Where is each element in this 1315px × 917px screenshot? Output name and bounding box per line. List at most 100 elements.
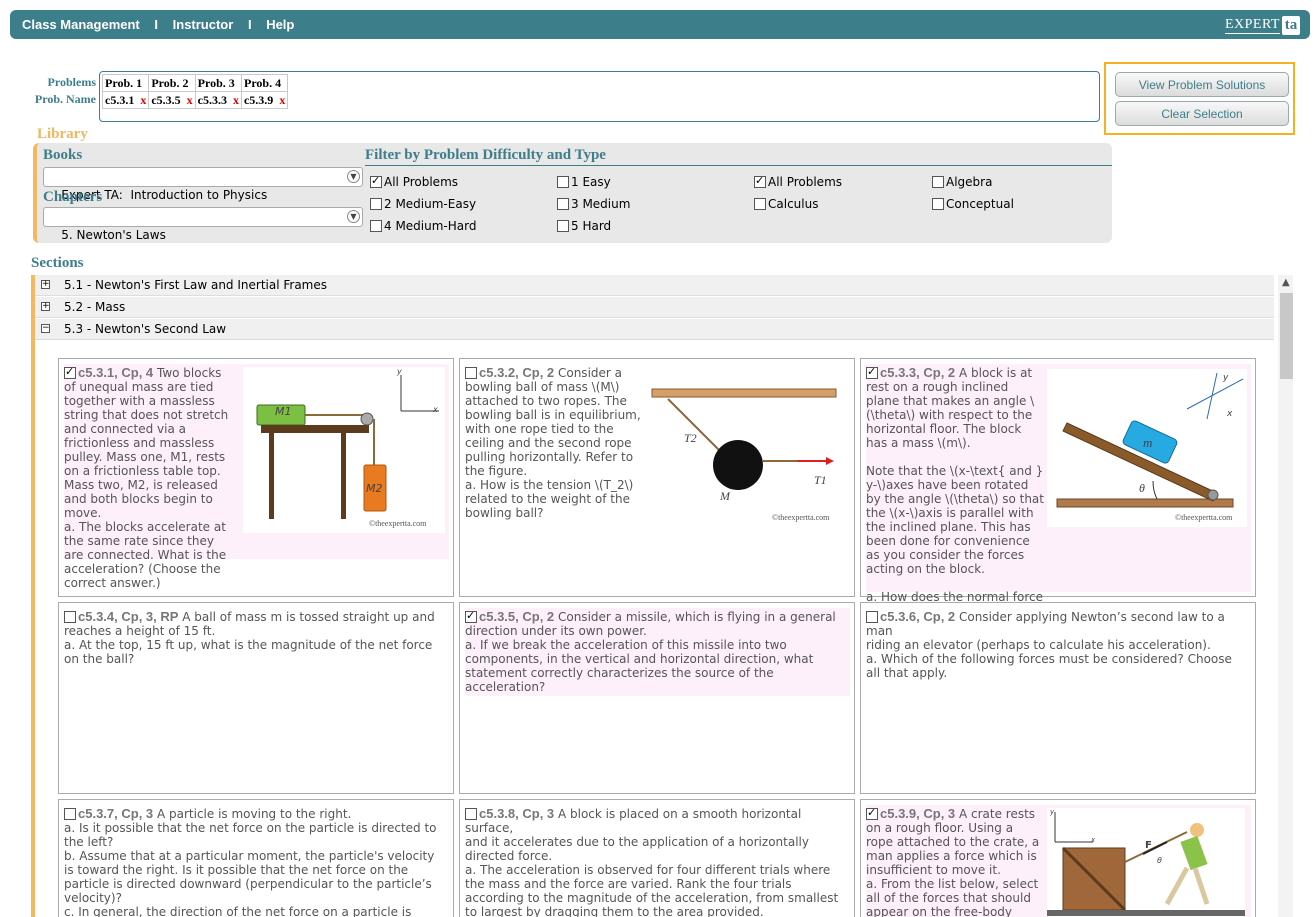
chevron-down-icon: ▼	[347, 210, 360, 223]
problem-card[interactable]: c5.3.4, Cp, 3, RP A ball of mass m is to…	[58, 602, 454, 794]
section-row-5-2[interactable]: +5.2 - Mass	[35, 297, 1274, 318]
problem-checkbox[interactable]	[465, 367, 477, 379]
expert-ta-logo: EXPERT ta	[1224, 15, 1300, 35]
problem-card-content: c5.3.4, Cp, 3, RP A ball of mass m is to…	[64, 608, 449, 668]
chapter-select-value: 5. Newton's Laws	[61, 228, 166, 242]
problem-checkbox[interactable]	[465, 609, 477, 623]
scrollbar-thumb[interactable]	[1280, 293, 1293, 379]
filter-label: Conceptual	[946, 197, 1014, 211]
top-nav: Class Management I Instructor I Help	[22, 17, 294, 32]
expand-icon[interactable]: +	[41, 302, 50, 311]
filter-calculus[interactable]: Calculus	[754, 197, 818, 211]
filter-algebra[interactable]: Algebra	[932, 175, 992, 189]
problem-checkbox[interactable]	[866, 806, 878, 820]
checkbox[interactable]	[557, 198, 569, 210]
fig-label: m	[1143, 435, 1153, 450]
section-row-5-1[interactable]: +5.1 - Newton's First Law and Inertial F…	[35, 275, 1274, 296]
chapter-select[interactable]: 5. Newton's Laws ▼	[43, 207, 363, 242]
problem-lead: A crate rests	[958, 807, 1036, 821]
prob-header: Prob. 2	[148, 74, 196, 92]
remove-problem-button[interactable]: x	[279, 93, 285, 107]
filter-label: All Problems	[768, 175, 843, 189]
remove-problem-button[interactable]: x	[187, 93, 193, 107]
problems-labels: Problems Prob. Name	[29, 74, 96, 108]
nav-class-management[interactable]: Class Management	[22, 17, 140, 32]
problem-checkbox[interactable]	[866, 611, 878, 623]
problem-text: rest on a rough inclined plane that make…	[866, 380, 1044, 646]
filter-all-problems-difficulty[interactable]: All Problems	[370, 174, 459, 189]
prob-name: c5.3.1	[105, 92, 135, 107]
filter-label: All Problems	[384, 175, 459, 189]
prob-header: Prob. 3	[194, 74, 242, 92]
problem-checkbox[interactable]	[866, 365, 878, 379]
problem-card[interactable]: c5.3.9, Cp, 3 A crate rests on a rough f…	[860, 799, 1256, 917]
view-problem-solutions-button[interactable]: View Problem Solutions	[1115, 72, 1289, 97]
checkbox[interactable]	[932, 176, 944, 188]
problem-checkbox[interactable]	[64, 365, 76, 379]
sections-panel: +5.1 - Newton's First Law and Inertial F…	[31, 275, 1293, 917]
problem-card[interactable]: c5.3.6, Cp, 2 Consider applying Newton’s…	[860, 602, 1256, 794]
section-label: 5.3 - Newton's Second Law	[64, 322, 227, 336]
scroll-up-icon[interactable]: ▲	[1282, 277, 1290, 288]
top-nav-bar: Class Management I Instructor I Help EXP…	[10, 10, 1310, 39]
problem-checkbox[interactable]	[64, 611, 76, 623]
sections-scrollbar[interactable]: ▲	[1278, 275, 1293, 917]
filter-label: Algebra	[946, 175, 993, 189]
problem-id: c5.3.1, Cp, 4	[78, 365, 154, 380]
problem-figure: F θ y x	[1047, 808, 1245, 917]
nav-separator: I	[247, 17, 252, 32]
copyright: ©theexpertta.com	[1175, 513, 1233, 522]
filter-easy[interactable]: 1 Easy	[557, 175, 611, 189]
fig-label: y	[1223, 373, 1229, 383]
filter-medium[interactable]: 3 Medium	[557, 197, 630, 211]
action-buttons-box: View Problem Solutions Clear Selection	[1104, 62, 1295, 135]
remove-problem-button[interactable]: x	[140, 93, 146, 107]
checkbox[interactable]	[370, 220, 382, 232]
clear-selection-button[interactable]: Clear Selection	[1115, 101, 1289, 126]
problem-card[interactable]: c5.3.5, Cp, 2 Consider a missile, which …	[459, 602, 855, 794]
problem-card[interactable]: c5.3.3, Cp, 2 A block is at rest on a ro…	[860, 358, 1256, 646]
remove-problem-button[interactable]: x	[233, 93, 239, 107]
prob-name-label: Prob. Name	[34, 92, 96, 106]
checkbox[interactable]	[370, 198, 382, 210]
problem-card[interactable]: c5.3.8, Cp, 3 A block is placed on a smo…	[459, 799, 855, 917]
checkbox[interactable]	[557, 220, 569, 232]
problem-card-content: c5.3.6, Cp, 2 Consider applying Newton’s…	[866, 608, 1251, 682]
nav-help[interactable]: Help	[266, 17, 294, 32]
prob-header: Prob. 4	[240, 74, 289, 92]
problem-card[interactable]: c5.3.2, Cp, 2 Consider a bowling ball of…	[459, 358, 855, 597]
filter-hard[interactable]: 5 Hard	[557, 219, 611, 233]
fig-label: θ	[1139, 481, 1145, 495]
fig-label: M1	[275, 405, 292, 418]
nav-instructor[interactable]: Instructor	[173, 17, 234, 32]
problem-id: c5.3.5, Cp, 2	[479, 609, 555, 624]
prob-name-cell: c5.3.3 x	[194, 91, 242, 109]
checkbox[interactable]	[932, 198, 944, 210]
prob-name-cell: c5.3.1 x	[101, 91, 150, 109]
filter-medium-hard[interactable]: 4 Medium-Hard	[370, 219, 476, 233]
checkbox[interactable]	[754, 174, 766, 188]
problem-figure: T2 T1 M ©theexpertta.com	[648, 379, 844, 529]
problem-text: riding an elevator (perhaps to calculate…	[866, 638, 1232, 680]
problem-text: on a rough floor. Using a rope attached …	[866, 821, 1040, 917]
collapse-icon[interactable]: −	[41, 324, 50, 333]
filter-conceptual[interactable]: Conceptual	[932, 197, 1014, 211]
book-select[interactable]: Expert TA: Introduction to Physics ▼	[43, 167, 363, 202]
library-panel: Books Expert TA: Introduction to Physics…	[33, 143, 1112, 243]
problem-text: bowling ball of mass \(M\) attached to t…	[465, 380, 641, 520]
checkbox[interactable]	[754, 198, 766, 210]
filter-medium-easy[interactable]: 2 Medium-Easy	[370, 197, 476, 211]
filter-label: 4 Medium-Hard	[384, 219, 477, 233]
selected-problems-table: Prob. 1 Prob. 2 Prob. 3 Prob. 4 c5.3.1 x …	[101, 74, 289, 109]
problem-checkbox[interactable]	[64, 808, 76, 820]
checkbox[interactable]	[370, 174, 382, 188]
expand-icon[interactable]: +	[41, 280, 50, 289]
checkbox[interactable]	[557, 176, 569, 188]
section-row-5-3[interactable]: − 5.3 - Newton's Second Law	[35, 319, 1274, 340]
problem-checkbox[interactable]	[465, 808, 477, 820]
problem-figure: ©theexpertta.com M1 M2 y x	[243, 367, 445, 533]
problem-card[interactable]: c5.3.1, Cp, 4 Two blocks of unequal mass…	[58, 358, 454, 597]
problem-lead: A block is at	[958, 366, 1033, 380]
problem-card[interactable]: c5.3.7, Cp, 3 A particle is moving to th…	[58, 799, 454, 917]
filter-all-problems-type[interactable]: All Problems	[754, 174, 843, 189]
